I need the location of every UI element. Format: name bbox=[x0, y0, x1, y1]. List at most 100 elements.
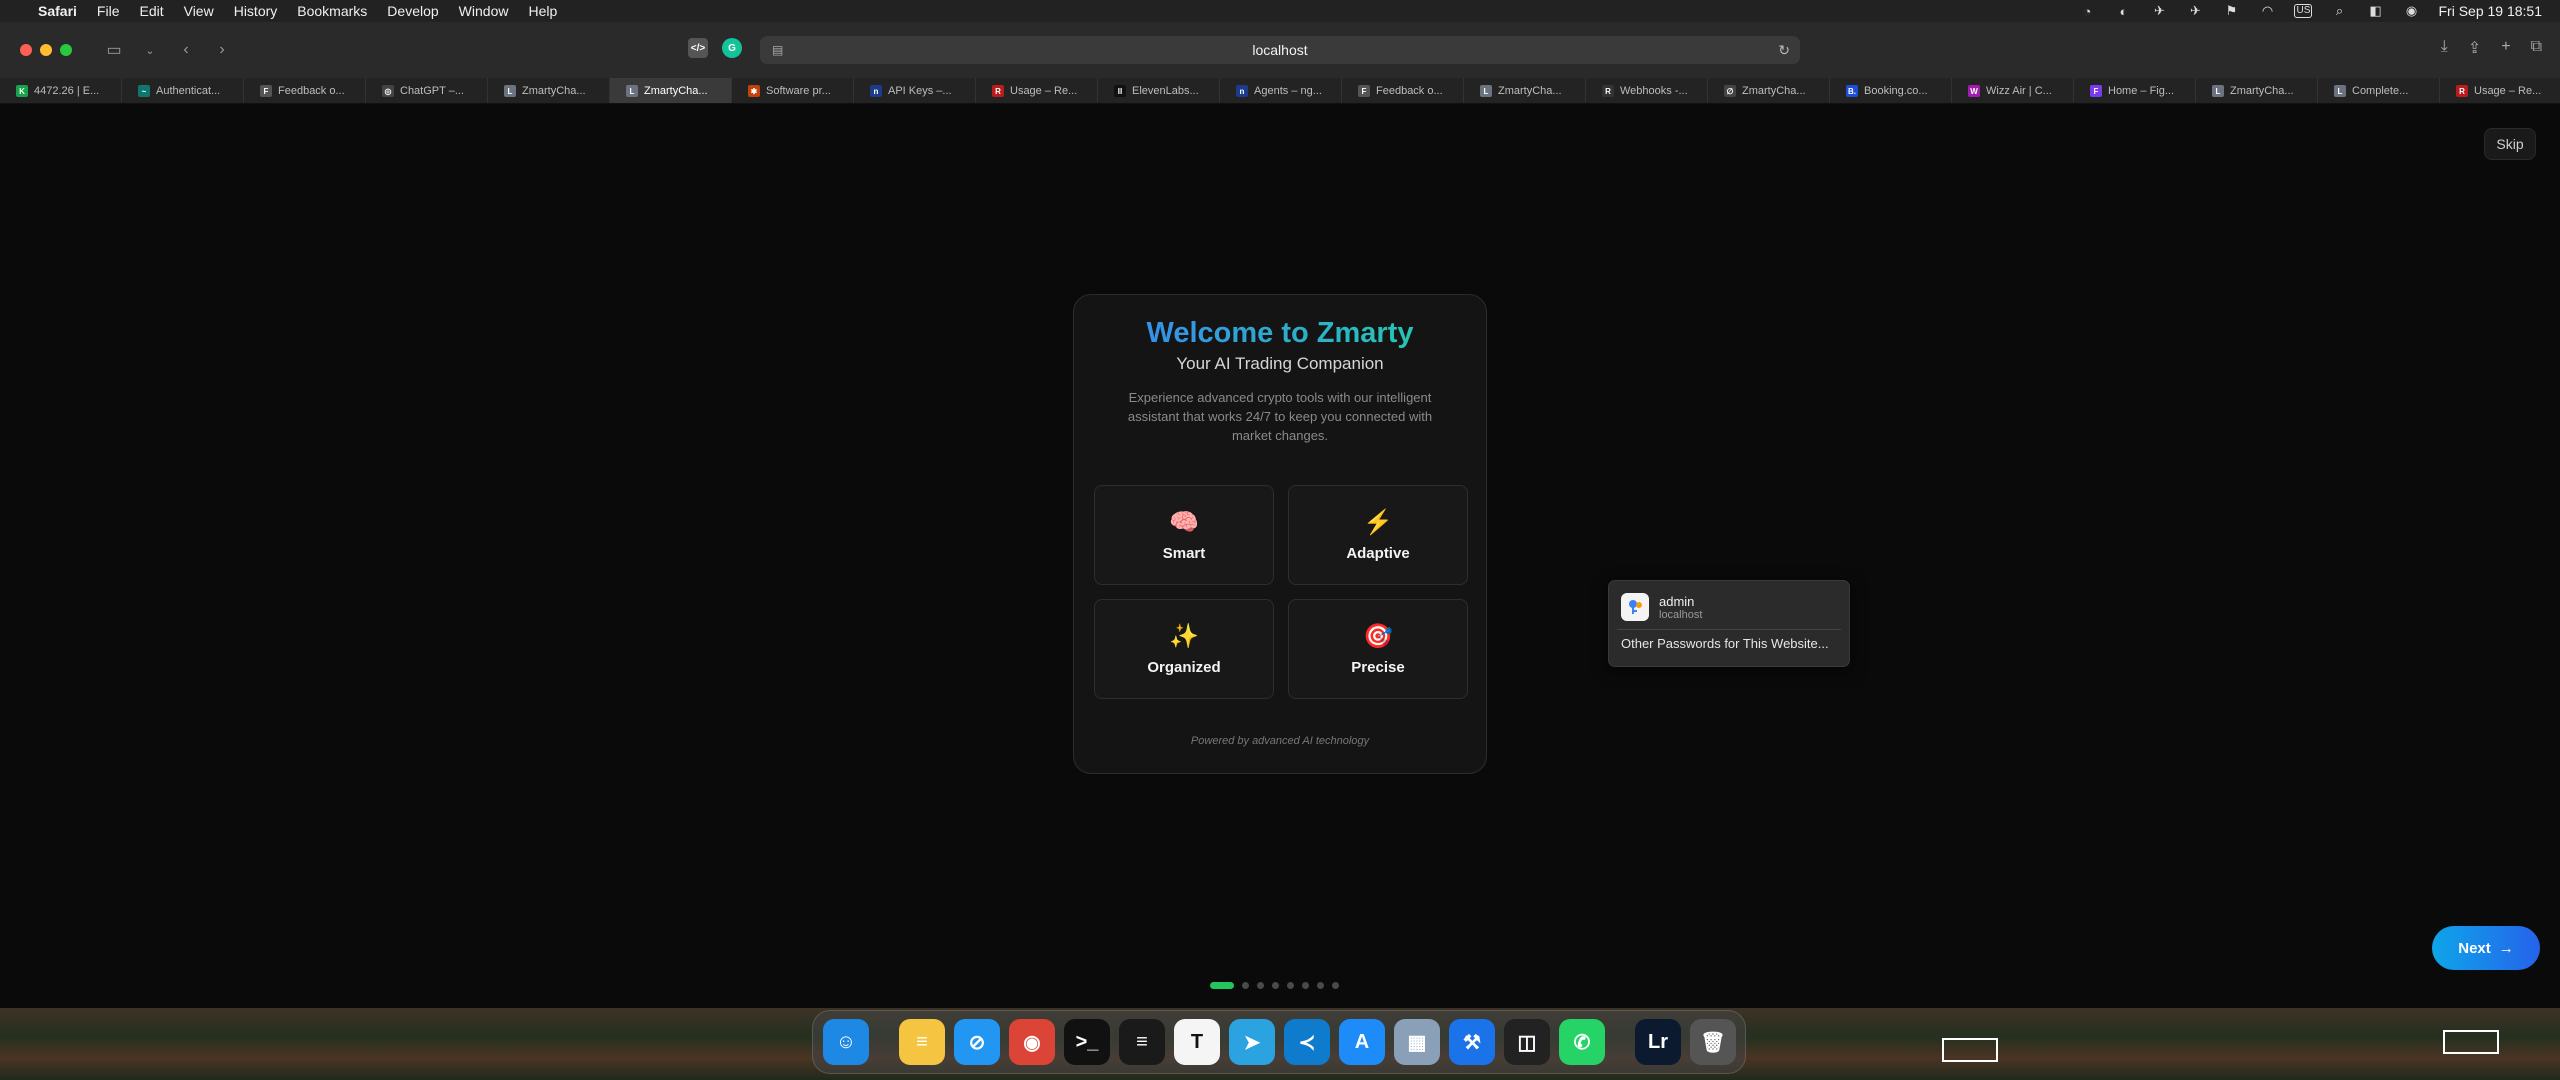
browser-tab[interactable]: L ZmartyCha... bbox=[2196, 78, 2318, 103]
feature-adaptive[interactable]: ⚡ Adaptive bbox=[1288, 485, 1468, 585]
browser-tab[interactable]: B. Booking.co... bbox=[1830, 78, 1952, 103]
chrome-icon[interactable]: ◉ bbox=[1009, 1019, 1055, 1065]
preview-icon[interactable]: ▦ bbox=[1394, 1019, 1440, 1065]
spotlight-search-icon[interactable]: ⌕ bbox=[2330, 3, 2348, 18]
wifi-icon[interactable]: ◠ bbox=[2258, 3, 2276, 18]
cube-app-icon[interactable]: ◫ bbox=[1504, 1019, 1550, 1065]
browser-tab[interactable]: F Home – Fig... bbox=[2074, 78, 2196, 103]
dev-tools-extension-icon[interactable]: </> bbox=[688, 38, 708, 58]
safari-icon[interactable]: ⊘ bbox=[954, 1019, 1000, 1065]
menu-bookmarks[interactable]: Bookmarks bbox=[297, 3, 367, 19]
other-passwords-link[interactable]: Other Passwords for This Website... bbox=[1609, 636, 1849, 651]
browser-tab[interactable]: F Feedback o... bbox=[244, 78, 366, 103]
new-tab-icon[interactable]: + bbox=[2501, 38, 2510, 58]
trash-icon[interactable]: 🗑 bbox=[1690, 1019, 1736, 1065]
browser-tab[interactable]: ◎ ChatGPT –... bbox=[366, 78, 488, 103]
siri-icon[interactable]: ◉ bbox=[2402, 3, 2420, 18]
forward-button[interactable]: › bbox=[208, 38, 236, 62]
menu-file[interactable]: File bbox=[97, 3, 120, 19]
step-dot[interactable] bbox=[1210, 982, 1234, 989]
notes-icon[interactable]: ≡ bbox=[899, 1019, 945, 1065]
menu-edit[interactable]: Edit bbox=[139, 3, 163, 19]
bird-alt-status-icon[interactable]: ✈ bbox=[2186, 3, 2204, 18]
xcode-icon[interactable]: ⚒ bbox=[1449, 1019, 1495, 1065]
menu-app-name[interactable]: Safari bbox=[38, 3, 77, 19]
feature-grid: 🧠 Smart ⚡ Adaptive ✨ Organized 🎯 Precise bbox=[1094, 485, 1468, 699]
feature-precise[interactable]: 🎯 Precise bbox=[1288, 599, 1468, 699]
menu-develop[interactable]: Develop bbox=[387, 3, 438, 19]
sync-status-icon[interactable]: ◐ bbox=[2114, 4, 2132, 19]
tab-title: Usage – Re... bbox=[2474, 85, 2542, 97]
browser-tab[interactable]: II ElevenLabs... bbox=[1098, 78, 1220, 103]
step-dot[interactable] bbox=[1242, 982, 1249, 989]
skip-button[interactable]: Skip bbox=[2484, 128, 2536, 160]
tab-favicon-icon: R bbox=[2456, 85, 2468, 97]
zoom-window-button[interactable] bbox=[60, 44, 72, 56]
welcome-description: Experience advanced crypto tools with ou… bbox=[1127, 390, 1433, 443]
tab-favicon-icon: K bbox=[16, 85, 28, 97]
next-button[interactable]: Next → bbox=[2432, 926, 2540, 970]
vscode-icon[interactable]: ≺ bbox=[1284, 1019, 1330, 1065]
browser-tab[interactable]: L ZmartyCha... bbox=[488, 78, 610, 103]
menu-history[interactable]: History bbox=[234, 3, 278, 19]
address-bar-url[interactable]: localhost bbox=[1252, 42, 1307, 58]
downloads-icon[interactable]: ⤓ bbox=[2441, 38, 2448, 58]
welcome-card: Welcome to Zmarty Your AI Trading Compan… bbox=[1073, 294, 1487, 774]
step-dot[interactable] bbox=[1302, 982, 1309, 989]
browser-tab[interactable]: L ZmartyCha... bbox=[610, 78, 732, 103]
feature-smart[interactable]: 🧠 Smart bbox=[1094, 485, 1274, 585]
minimize-window-button[interactable] bbox=[40, 44, 52, 56]
grammarly-extension-icon[interactable]: G bbox=[722, 38, 742, 58]
browser-tab[interactable]: R Usage – Re... bbox=[2440, 78, 2560, 103]
grammarly-status-icon[interactable]: ◔ bbox=[2078, 4, 2096, 19]
tab-title: ZmartyCha... bbox=[644, 85, 708, 97]
step-dot[interactable] bbox=[1257, 982, 1264, 989]
browser-tab[interactable]: n API Keys –... bbox=[854, 78, 976, 103]
bird-status-icon[interactable]: ✈ bbox=[2150, 3, 2168, 18]
browser-tab[interactable]: ~ Authenticat... bbox=[122, 78, 244, 103]
tab-overview-icon[interactable]: ⧉ bbox=[2531, 38, 2542, 58]
step-dot[interactable] bbox=[1287, 982, 1294, 989]
input-source-icon[interactable]: US bbox=[2294, 4, 2313, 18]
browser-tab[interactable]: n Agents – ng... bbox=[1220, 78, 1342, 103]
close-window-button[interactable] bbox=[20, 44, 32, 56]
terminal-icon[interactable]: >_ bbox=[1064, 1019, 1110, 1065]
pin-status-icon[interactable]: ⚑ bbox=[2222, 3, 2240, 18]
telegram-icon[interactable]: ➤ bbox=[1229, 1019, 1275, 1065]
address-bar[interactable]: ▤ localhost ↻ bbox=[760, 36, 1800, 64]
share-icon[interactable]: ⇪ bbox=[2468, 38, 2481, 58]
step-dot[interactable] bbox=[1272, 982, 1279, 989]
browser-tab[interactable]: K 4472.26 | E... bbox=[0, 78, 122, 103]
step-dot[interactable] bbox=[1332, 982, 1339, 989]
saved-password-entry[interactable]: admin localhost bbox=[1609, 581, 1849, 621]
feature-organized[interactable]: ✨ Organized bbox=[1094, 599, 1274, 699]
browser-tab[interactable]: R Usage – Re... bbox=[976, 78, 1098, 103]
back-button[interactable]: ‹ bbox=[172, 38, 200, 62]
tab-group-chevron-icon[interactable]: ⌄ bbox=[136, 38, 164, 62]
browser-tab[interactable]: L ZmartyCha... bbox=[1464, 78, 1586, 103]
tab-title: Wizz Air | C... bbox=[1986, 85, 2052, 97]
browser-tab[interactable]: W Wizz Air | C... bbox=[1952, 78, 2074, 103]
page-menu-icon[interactable]: ▤ bbox=[772, 43, 783, 57]
menu-window[interactable]: Window bbox=[459, 3, 509, 19]
step-dot[interactable] bbox=[1317, 982, 1324, 989]
whatsapp-icon[interactable]: ✆ bbox=[1559, 1019, 1605, 1065]
finder-icon[interactable]: ☺ bbox=[823, 1019, 869, 1065]
menu-clock[interactable]: Fri Sep 19 18:51 bbox=[2438, 3, 2542, 19]
typora-icon[interactable]: T bbox=[1174, 1019, 1220, 1065]
browser-tab[interactable]: R Webhooks -... bbox=[1586, 78, 1708, 103]
reload-icon[interactable]: ↻ bbox=[1778, 42, 1790, 59]
todoist-icon[interactable]: ≡ bbox=[1119, 1019, 1165, 1065]
menu-help[interactable]: Help bbox=[528, 3, 557, 19]
tab-favicon-icon: R bbox=[1602, 85, 1614, 97]
browser-tab[interactable]: L Complete... bbox=[2318, 78, 2440, 103]
menu-view[interactable]: View bbox=[184, 3, 214, 19]
browser-tab[interactable]: ∅ ZmartyCha... bbox=[1708, 78, 1830, 103]
browser-tab[interactable]: ✱ Software pr... bbox=[732, 78, 854, 103]
control-center-icon[interactable]: ◧ bbox=[2366, 3, 2384, 18]
app-store-icon[interactable]: A bbox=[1339, 1019, 1385, 1065]
sidebar-toggle-icon[interactable]: ▭ bbox=[100, 38, 128, 62]
browser-tab[interactable]: F Feedback o... bbox=[1342, 78, 1464, 103]
lightroom-icon[interactable]: Lr bbox=[1635, 1019, 1681, 1065]
powered-by-note: Powered by advanced AI technology bbox=[1190, 735, 1370, 747]
